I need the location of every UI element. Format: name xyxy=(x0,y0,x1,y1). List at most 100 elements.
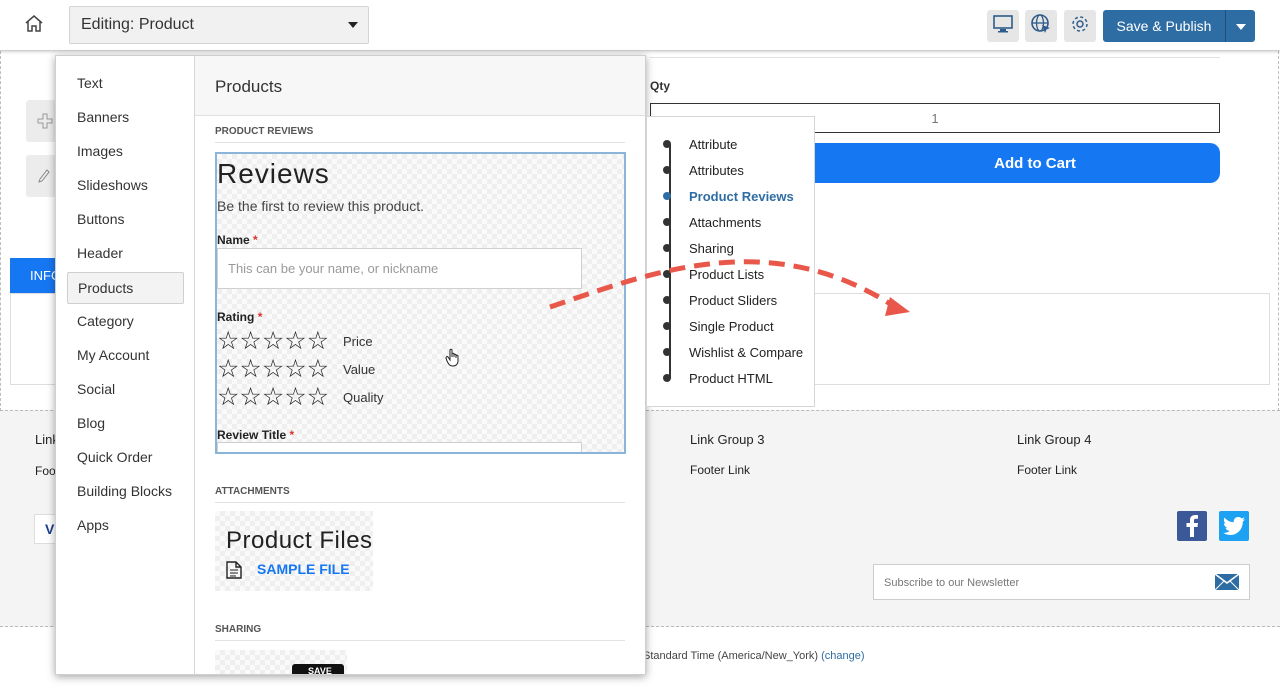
category-item[interactable]: Category xyxy=(67,306,184,338)
rating-label-text: Rating xyxy=(217,310,255,324)
reviews-subtitle: Be the first to review this product. xyxy=(217,198,424,214)
twitter-icon[interactable] xyxy=(1219,511,1249,541)
hand-cursor-icon xyxy=(445,348,459,367)
envelope-icon[interactable] xyxy=(1214,573,1240,596)
timezone-label: Standard Time (America/New_York) xyxy=(643,650,819,662)
page-selector-value: Editing: Product xyxy=(81,16,194,33)
subcategory-label: Attribute xyxy=(689,136,738,152)
required-mark: * xyxy=(289,428,295,442)
globe-cursor-icon xyxy=(1030,13,1052,40)
pinterest-save-button: SAVE xyxy=(292,664,344,674)
publish-options-dropdown[interactable] xyxy=(1225,10,1255,42)
page-selector-dropdown[interactable]: Editing: Product xyxy=(69,6,369,44)
reviews-title: Reviews xyxy=(217,158,330,189)
tab-info[interactable]: INFO xyxy=(10,258,61,293)
rating-row-price: ☆☆☆☆☆ Price xyxy=(217,326,373,355)
name-field-label: Name * xyxy=(217,233,258,247)
footer-link-3[interactable]: Footer Link xyxy=(690,463,750,477)
editor-toolbar: Editing: Product Save & Publish xyxy=(0,0,1280,51)
timezone-text: Standard Time (America/New_York) (change… xyxy=(643,650,865,662)
timeline-dot-icon xyxy=(663,348,671,356)
section-label-attachments: ATTACHMENTS xyxy=(215,486,625,503)
review-title-input xyxy=(217,442,582,452)
required-mark: * xyxy=(257,310,263,324)
category-item[interactable]: Quick Order xyxy=(67,442,184,474)
visa-card-icon: V xyxy=(34,514,56,544)
divider xyxy=(650,57,1220,58)
add-block-button[interactable] xyxy=(26,100,56,142)
chevron-down-icon xyxy=(348,22,358,28)
footer-link-group-4: Link Group 4 xyxy=(1017,432,1092,447)
category-item[interactable]: Text xyxy=(67,68,184,100)
subcategory-item[interactable]: Wishlist & Compare xyxy=(663,342,803,362)
category-item[interactable]: Slideshows xyxy=(67,170,184,202)
star-rating-icons: ☆☆☆☆☆ xyxy=(217,354,330,383)
sample-file-link: SAMPLE FILE xyxy=(257,561,350,577)
timeline-dot-icon xyxy=(663,374,671,382)
panel-heading: Products xyxy=(195,56,645,116)
category-item[interactable]: Images xyxy=(67,136,184,168)
component-library: Products PRODUCT REVIEWS Reviews Be the … xyxy=(195,56,645,674)
home-button[interactable] xyxy=(18,12,50,40)
document-icon xyxy=(226,561,242,584)
category-item[interactable]: Apps xyxy=(67,510,184,542)
save-publish-button[interactable]: Save & Publish xyxy=(1103,10,1225,42)
section-label-product-reviews: PRODUCT REVIEWS xyxy=(215,126,625,143)
section-label-sharing: SHARING xyxy=(215,624,625,641)
category-item[interactable]: Blog xyxy=(67,408,184,440)
category-item[interactable]: Social xyxy=(67,374,184,406)
footer-link-4[interactable]: Footer Link xyxy=(1017,463,1077,477)
pencil-icon xyxy=(38,169,50,188)
category-item[interactable]: My Account xyxy=(67,340,184,372)
category-list: Text Banners Images Slideshows Buttons Header… xyxy=(56,56,195,674)
rating-label: Quality xyxy=(343,389,384,405)
desktop-icon xyxy=(993,14,1013,38)
subcategory-item[interactable]: Attachments xyxy=(663,212,761,232)
plus-icon xyxy=(37,113,53,134)
qty-label: Qty xyxy=(650,79,671,93)
timeline-dot-icon xyxy=(663,140,671,148)
required-mark: * xyxy=(253,233,258,247)
component-panel: Text Banners Images Slideshows Buttons Header… xyxy=(55,55,646,675)
category-item[interactable]: Header xyxy=(67,238,184,270)
category-item[interactable]: Building Blocks xyxy=(67,476,184,508)
name-label-text: Name xyxy=(217,233,250,247)
add-to-cart-button[interactable]: Add to Cart xyxy=(790,143,1220,183)
attachments-block-thumbnail[interactable]: Product Files SAMPLE FILE xyxy=(215,511,373,591)
website-settings-button[interactable] xyxy=(1025,10,1057,42)
subcategory-item[interactable]: Product HTML xyxy=(663,368,773,388)
settings-button[interactable] xyxy=(1064,10,1096,42)
product-files-title: Product Files xyxy=(226,527,373,554)
subcategory-label: Product HTML xyxy=(689,370,773,386)
timeline-dot-icon xyxy=(663,192,671,200)
category-item[interactable]: Banners xyxy=(67,102,184,134)
name-input: This can be your name, or nickname xyxy=(217,248,582,289)
edit-block-button[interactable] xyxy=(26,155,56,197)
subcategory-item[interactable]: Product Reviews xyxy=(663,186,794,206)
rating-row-value: ☆☆☆☆☆ Value xyxy=(217,354,376,383)
sharing-block-thumbnail[interactable]: SAVE xyxy=(215,650,347,674)
category-item[interactable]: Products xyxy=(67,272,184,304)
rating-label: Value xyxy=(343,361,376,377)
subcategory-label: Wishlist & Compare xyxy=(689,344,804,360)
canvas-border xyxy=(0,51,1,411)
category-item[interactable]: Buttons xyxy=(67,204,184,236)
subcategory-item[interactable]: Attributes xyxy=(663,160,744,180)
rating-field-label: Rating * xyxy=(217,310,262,324)
subcategory-label: Attachments xyxy=(689,214,762,230)
subcategory-item[interactable]: Attribute xyxy=(663,134,737,154)
review-title-label-text: Review Title xyxy=(217,428,287,442)
review-title-field-label: Review Title * xyxy=(217,428,294,442)
footer-link-group-3: Link Group 3 xyxy=(690,432,765,447)
star-rating-icons: ☆☆☆☆☆ xyxy=(217,326,330,355)
home-icon xyxy=(24,14,44,38)
desktop-preview-button[interactable] xyxy=(987,10,1019,42)
timezone-change-link[interactable]: (change) xyxy=(821,650,864,662)
timeline-dot-icon xyxy=(663,218,671,226)
newsletter-input[interactable]: Subscribe to our Newsletter xyxy=(873,564,1250,600)
subcategory-label: Attributes xyxy=(689,162,744,178)
rating-row-quality: ☆☆☆☆☆ Quality xyxy=(217,384,384,409)
rating-label: Price xyxy=(343,333,373,349)
drag-hint-arrow xyxy=(549,259,910,316)
facebook-icon[interactable] xyxy=(1177,511,1207,541)
